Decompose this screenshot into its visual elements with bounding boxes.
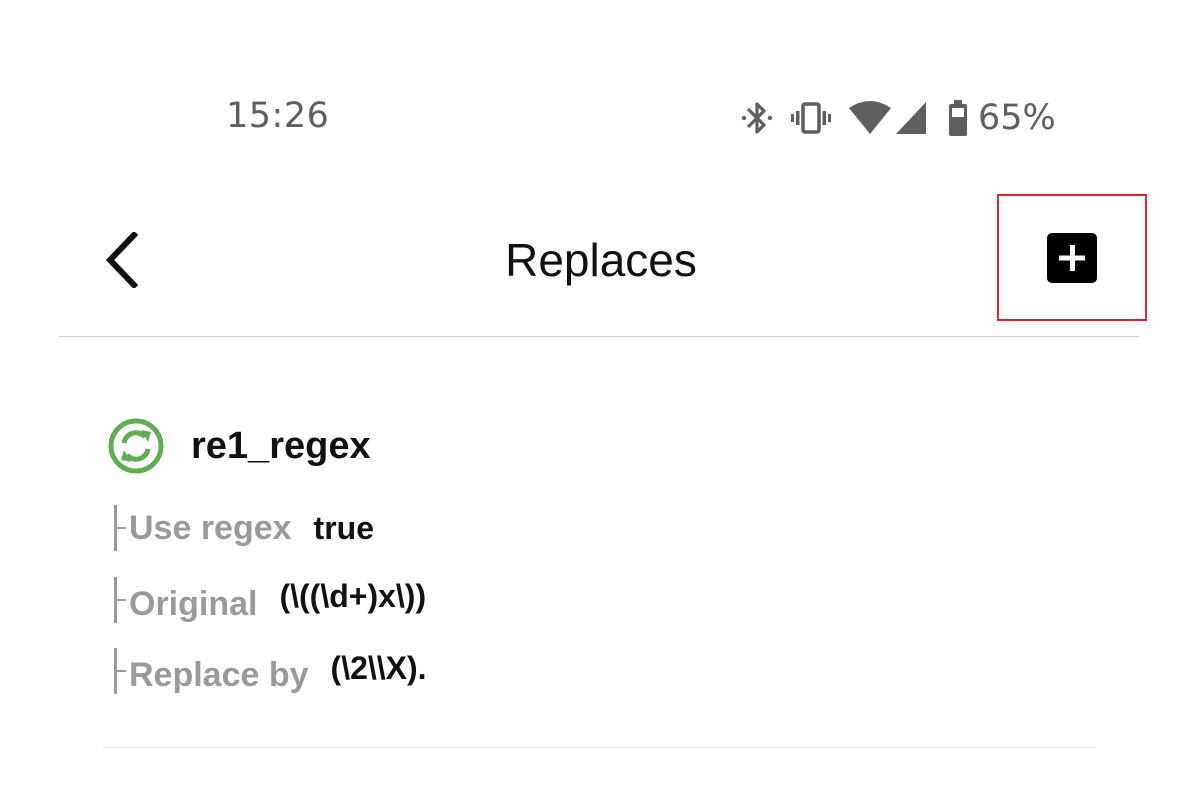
battery-icon [949, 100, 967, 136]
header-divider [59, 336, 1139, 337]
replace-by-label: Replace by [129, 655, 309, 694]
tree-line [114, 577, 126, 623]
cell-signal-icon [896, 102, 926, 134]
bluetooth-icon [741, 102, 773, 134]
vibrate-icon [791, 102, 831, 134]
add-replace-button[interactable] [997, 194, 1147, 321]
replace-by-row: Replace by (\2\\X). [114, 648, 427, 694]
original-row: Original (\((\d+)x\)) [114, 577, 426, 623]
replace-by-value: (\2\\X). [330, 649, 427, 686]
original-value: (\((\d+)x\)) [279, 577, 427, 614]
battery-percent: 65% [978, 98, 1056, 138]
item-divider [103, 747, 1095, 748]
status-time: 15:26 [226, 96, 330, 136]
tree-line [114, 648, 126, 694]
status-icons: 65% [740, 96, 1056, 140]
use-regex-label: Use regex [129, 508, 292, 547]
tree-line [114, 505, 126, 551]
original-label: Original [129, 584, 258, 623]
use-regex-value: true [313, 509, 374, 546]
use-regex-row: Use regex true [114, 505, 374, 551]
wifi-icon [849, 101, 891, 134]
rule-name: re1_regex [191, 425, 371, 467]
refresh-circle-icon [108, 418, 164, 474]
add-box-icon [1047, 232, 1097, 283]
